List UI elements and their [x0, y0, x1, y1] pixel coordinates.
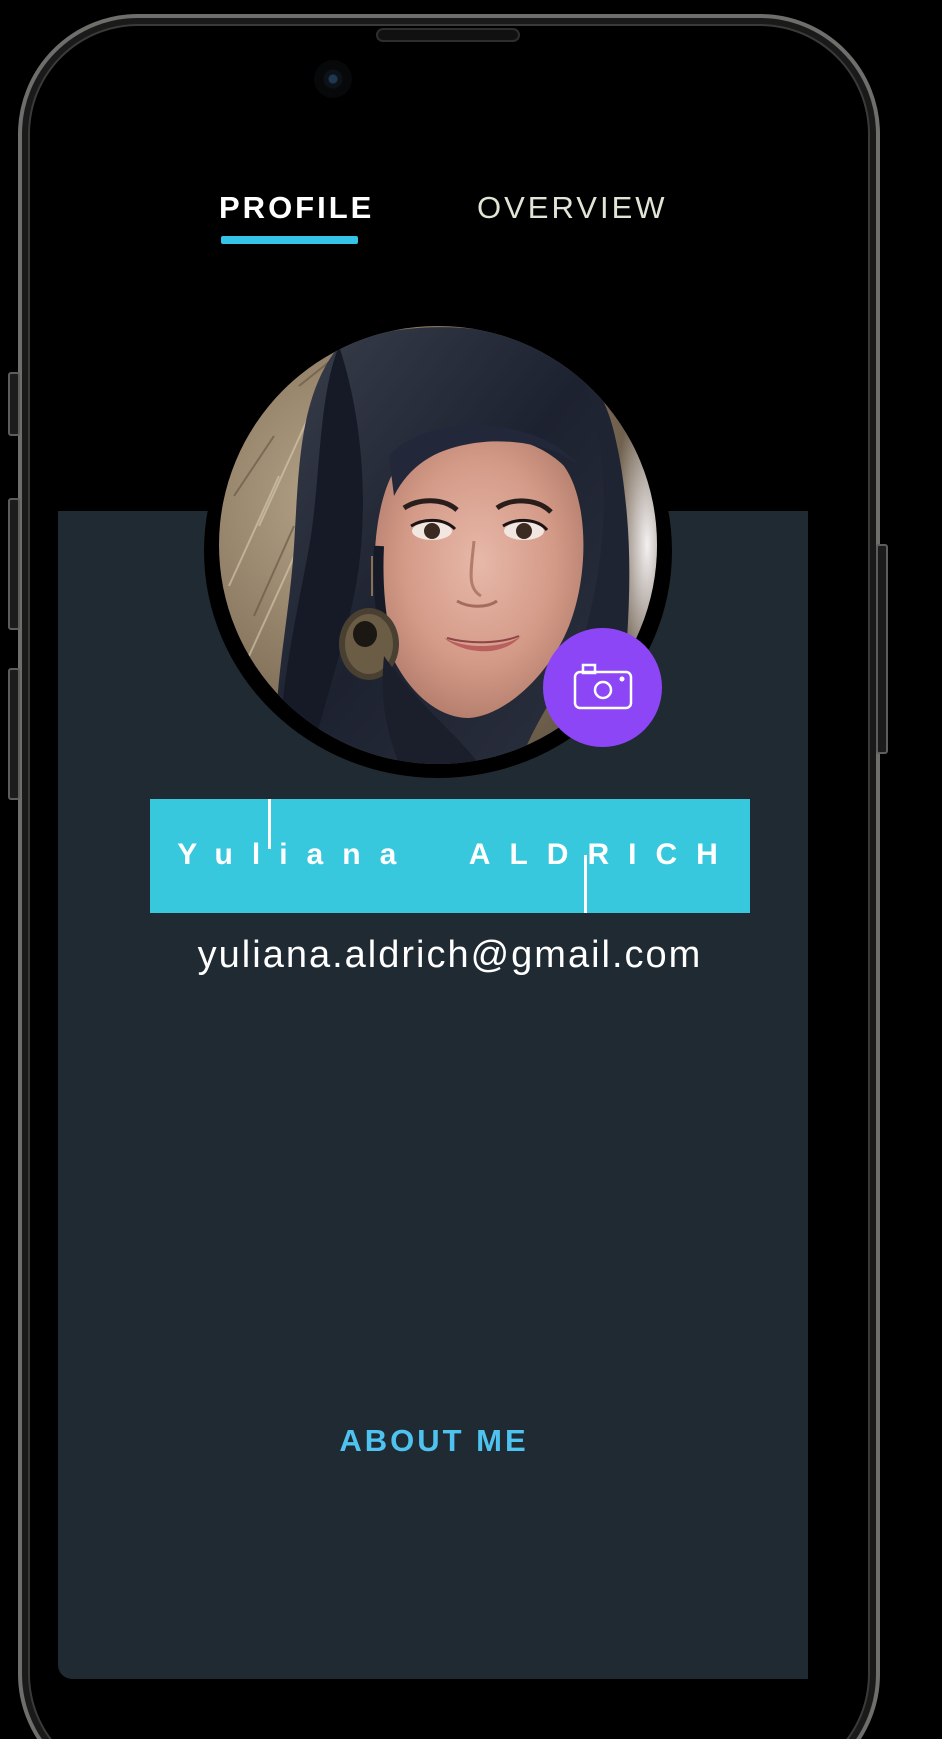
device-screen: PROFILE OVERVIEW Yuliana ALDRICH yuliana…: [0, 0, 942, 1739]
name-field[interactable]: Yuliana ALDRICH: [150, 799, 750, 913]
camera-icon: [573, 663, 633, 710]
mute-switch: [8, 372, 20, 436]
active-tab-indicator: [221, 236, 358, 244]
change-photo-button[interactable]: [543, 628, 662, 747]
text-cursor-top: [268, 799, 271, 849]
front-camera-lens: [314, 60, 352, 98]
power-button: [876, 544, 888, 754]
about-me-heading: ABOUT ME: [339, 1423, 529, 1458]
tab-profile[interactable]: PROFILE: [219, 188, 374, 228]
name-text: Yuliana ALDRICH: [177, 838, 737, 871]
earpiece-speaker: [376, 28, 520, 42]
volume-down-button: [8, 668, 20, 800]
volume-up-button: [8, 498, 20, 630]
text-cursor-bottom: [584, 855, 587, 913]
email-address: yuliana.aldrich@gmail.com: [197, 934, 703, 976]
tab-overview[interactable]: OVERVIEW: [477, 188, 668, 228]
